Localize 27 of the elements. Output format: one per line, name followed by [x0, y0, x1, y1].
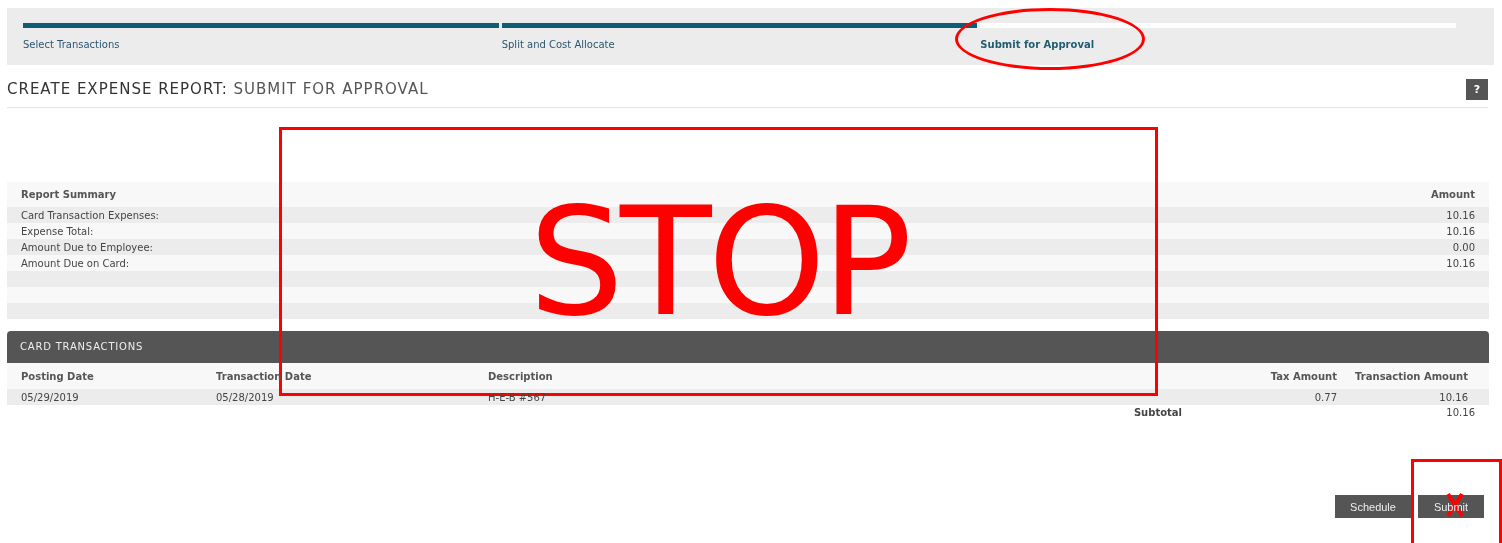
column-header: Posting Date	[21, 370, 95, 382]
summary-amount: 10.16	[1446, 257, 1475, 269]
column-header: Tax Amount	[1269, 370, 1337, 382]
subtotal-label: Subtotal	[1132, 406, 1182, 418]
subtotal-value: 10.16	[1445, 406, 1475, 418]
summary-amount: 10.16	[1446, 209, 1475, 221]
table-cell-text: 05/28/2019	[216, 391, 275, 403]
column-header: Report Summary	[21, 189, 117, 200]
table-cell-text: 0.77	[1313, 391, 1337, 403]
step-label[interactable]: Split and Cost Allocate	[501, 39, 615, 50]
column-header: Description	[488, 370, 554, 382]
table-cell-text: 05/29/2019	[21, 391, 80, 403]
column-header: Transaction Amount	[1354, 370, 1468, 382]
summary-amount: 0.00	[1452, 241, 1475, 253]
step-label[interactable]: Submit for Approval	[980, 39, 1095, 50]
summary-label: Amount Due to Employee:	[21, 241, 153, 253]
table-cell-text: 10.16	[1438, 391, 1468, 403]
summary-label: Card Transaction Expenses:	[21, 209, 159, 221]
summary-amount: 10.16	[1446, 225, 1475, 237]
section-header: CARD TRANSACTIONS	[7, 331, 1489, 363]
page-title: CREATE EXPENSE REPORT: SUBMIT FOR APPROVAL	[7, 80, 429, 98]
help-button[interactable]: ?	[1466, 78, 1488, 100]
summary-label: Expense Total:	[21, 225, 94, 237]
step-label[interactable]: Select Transactions	[23, 39, 120, 50]
action-button[interactable]: Schedule	[1335, 495, 1411, 518]
column-header: Amount	[1430, 189, 1475, 200]
summary-label: Amount Due on Card:	[21, 257, 130, 269]
